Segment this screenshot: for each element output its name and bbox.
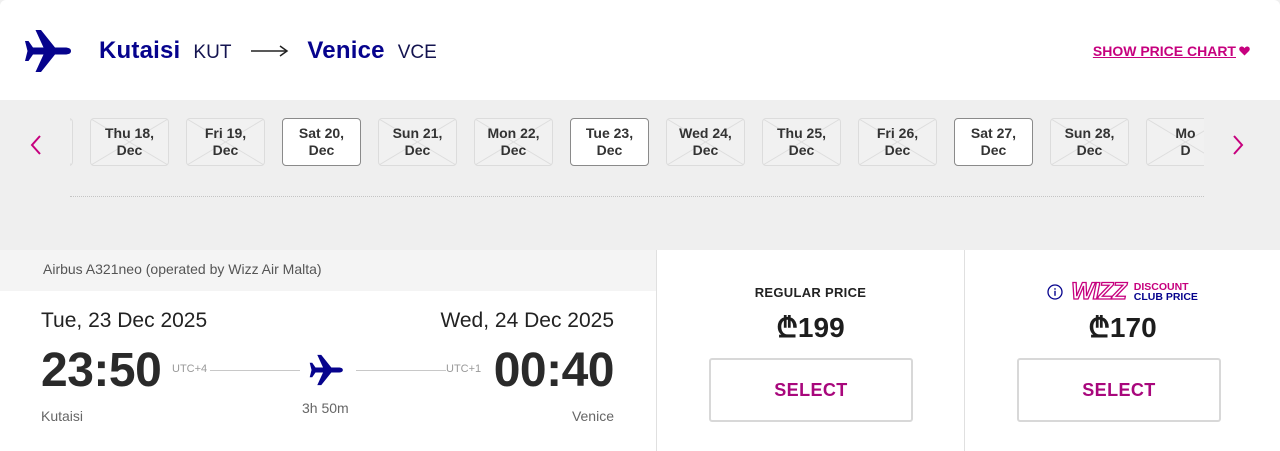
- regular-price-label: REGULAR PRICE: [754, 285, 867, 300]
- date-day: Sun 28,: [1064, 125, 1115, 141]
- discount-club-label: DISCOUNT CLUB PRICE: [1133, 282, 1198, 303]
- date-day: Mon 22,: [487, 125, 540, 141]
- date-option[interactable]: Fri 19, Dec: [186, 118, 265, 166]
- date-month: Dec: [788, 142, 815, 158]
- airplane-icon: [309, 354, 343, 386]
- departure-timezone: UTC+4: [172, 363, 208, 375]
- flight-card: Airbus A321neo (operated by Wizz Air Mal…: [0, 250, 1280, 451]
- arrival-timezone: UTC+1: [446, 363, 482, 375]
- show-price-chart-label: SHOW PRICE CHART: [1092, 43, 1236, 59]
- discount-club-line2: CLUB PRICE: [1133, 291, 1198, 303]
- route-header: Kutaisi KUT Venice VCE SHOW PRICE CHART: [0, 0, 1280, 100]
- regular-price-panel: REGULAR PRICE ₾199 SELECT: [656, 250, 964, 451]
- select-regular-button[interactable]: SELECT: [709, 358, 913, 422]
- departure-city: Kutaisi: [41, 408, 84, 424]
- previous-dates-button[interactable]: [24, 130, 48, 160]
- date-month: Dec: [308, 142, 335, 158]
- flight-duration: 3h 50m: [302, 400, 349, 416]
- heart-icon: [1239, 46, 1250, 56]
- date-carousel: 17,cThu 18,DecFri 19,DecSat 20,DecSun 21…: [70, 118, 1204, 170]
- info-icon[interactable]: [1047, 284, 1063, 300]
- date-month: Dec: [596, 142, 623, 158]
- date-day: Tue 23,: [585, 125, 634, 141]
- date-option[interactable]: Sat 27, Dec: [954, 118, 1033, 166]
- date-day: Fri 26,: [876, 125, 919, 141]
- club-price-amount: ₾170: [1088, 312, 1157, 343]
- select-club-button[interactable]: SELECT: [1017, 358, 1221, 422]
- date-day: Thu 25,: [776, 125, 826, 141]
- club-price-panel: WIZZ DISCOUNT CLUB PRICE ₾170 SELECT: [964, 250, 1280, 451]
- arrival-city: Venice: [571, 408, 614, 424]
- date-day: Fri 19,: [204, 125, 247, 141]
- date-option[interactable]: Mon 22, Dec: [474, 118, 553, 166]
- date-day: Sun 21,: [392, 125, 443, 141]
- route-summary: Kutaisi KUT Venice VCE: [99, 37, 437, 65]
- date-option[interactable]: Mo D: [1146, 118, 1204, 166]
- origin-city: Kutaisi: [99, 37, 181, 64]
- date-option[interactable]: Tue 23, Dec: [570, 118, 649, 166]
- date-day: Sat 27,: [970, 125, 1017, 141]
- next-dates-button[interactable]: [1226, 130, 1250, 160]
- route-line-right: [356, 370, 446, 371]
- date-option[interactable]: Thu 18, Dec: [90, 118, 169, 166]
- aircraft-info: Airbus A321neo (operated by Wizz Air Mal…: [0, 250, 656, 291]
- wizz-logo: WIZZ: [1070, 278, 1127, 305]
- origin-code: KUT: [193, 42, 232, 63]
- date-day: Mo: [1175, 125, 1196, 141]
- date-month: Dec: [692, 142, 719, 158]
- date-month: Dec: [500, 142, 527, 158]
- date-option[interactable]: Sun 28, Dec: [1050, 118, 1129, 166]
- date-option[interactable]: Thu 25, Dec: [762, 118, 841, 166]
- date-day: Thu 18,: [104, 125, 154, 141]
- divider: [70, 196, 1204, 197]
- chevron-left-icon: [30, 135, 41, 155]
- date-day: Wed 24,: [679, 125, 732, 141]
- date-month: Dec: [404, 142, 431, 158]
- arrival-date: Wed, 24 Dec 2025: [440, 309, 614, 332]
- destination-city: Venice: [307, 37, 385, 64]
- date-month: D: [1180, 142, 1191, 158]
- date-month: Dec: [1076, 142, 1103, 158]
- date-track: 17,cThu 18,DecFri 19,DecSat 20,DecSun 21…: [70, 118, 1204, 166]
- departure-date: Tue, 23 Dec 2025: [41, 309, 208, 332]
- airplane-icon: [25, 30, 71, 72]
- date-option[interactable]: Sat 20, Dec: [282, 118, 361, 166]
- club-price-header: WIZZ DISCOUNT CLUB PRICE: [965, 278, 1280, 305]
- show-price-chart-link[interactable]: SHOW PRICE CHART: [1093, 43, 1250, 59]
- date-option[interactable]: Fri 26, Dec: [858, 118, 937, 166]
- date-month: Dec: [980, 142, 1007, 158]
- date-month: Dec: [212, 142, 239, 158]
- destination-code: VCE: [397, 42, 437, 63]
- chevron-right-icon: [1233, 135, 1244, 155]
- date-option[interactable]: Sun 21, Dec: [378, 118, 457, 166]
- regular-price-amount: ₾199: [776, 312, 845, 343]
- date-month: Dec: [884, 142, 911, 158]
- date-option[interactable]: 17,c: [70, 118, 73, 166]
- date-selector: 17,cThu 18,DecFri 19,DecSat 20,DecSun 21…: [0, 100, 1280, 250]
- date-option[interactable]: Wed 24, Dec: [666, 118, 745, 166]
- date-month: Dec: [116, 142, 143, 158]
- date-day: Sat 20,: [298, 125, 345, 141]
- arrow-right-icon: [251, 45, 289, 57]
- arrival-time: 00:40: [493, 344, 615, 397]
- departure-time: 23:50: [41, 344, 162, 397]
- route-line-left: [210, 370, 300, 371]
